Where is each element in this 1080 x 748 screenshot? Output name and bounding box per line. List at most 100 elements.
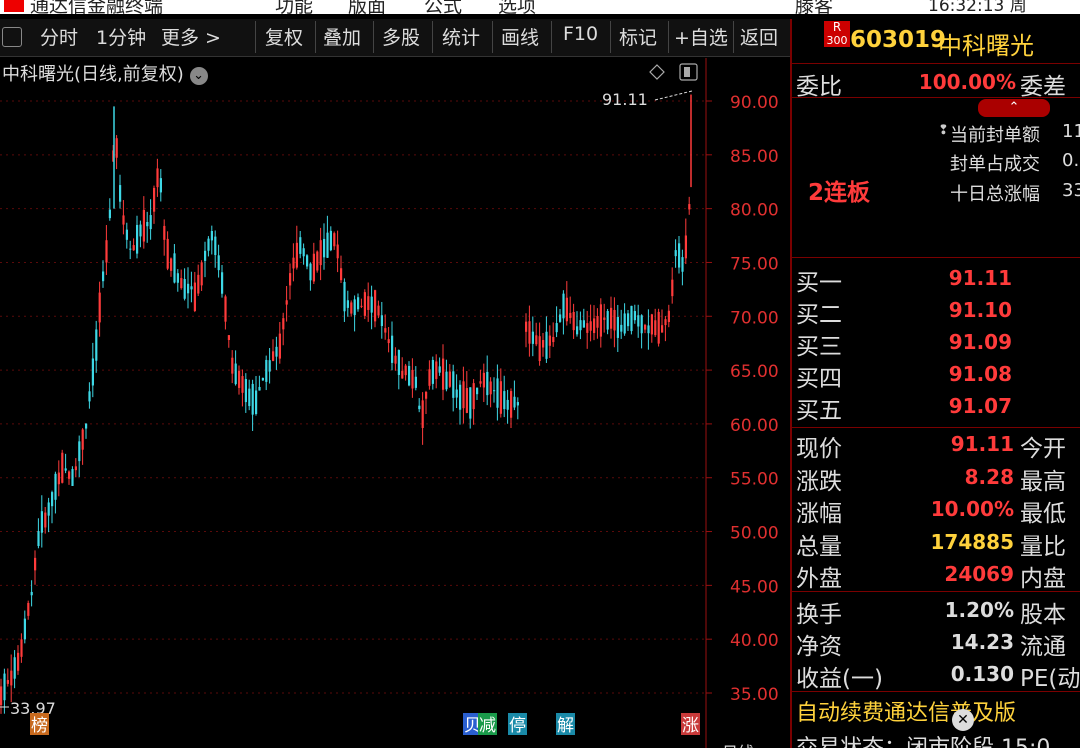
collapse-up-icon[interactable]: ⌃ (978, 99, 1050, 117)
candle-body (265, 359, 268, 382)
menu-function[interactable]: 功能 (275, 0, 313, 14)
sidebar-toggle-icon[interactable] (2, 27, 22, 47)
candle-body (363, 292, 366, 316)
candle-body (241, 376, 244, 393)
menu-user[interactable]: 滕客 (795, 0, 833, 14)
menu-layout[interactable]: 版面 (348, 0, 386, 14)
candle-body (377, 305, 380, 316)
draw-line-button[interactable]: 画线 (501, 23, 539, 50)
fund-label: 收益(一) (796, 666, 883, 692)
weibi-label: 委比 (796, 74, 842, 100)
candle-body (627, 313, 630, 327)
period-label: 日线 (722, 743, 754, 748)
candle-body (251, 383, 254, 415)
candle-body (159, 178, 162, 193)
candle-body (156, 168, 159, 188)
fund-label-2: PE(动 (1020, 666, 1080, 692)
last-price-pointer-icon (654, 90, 693, 101)
candle-body (370, 296, 373, 313)
info-icon[interactable]: ❢ (938, 123, 949, 138)
y-axis-label: 90.00 (730, 93, 779, 113)
candle-body (61, 452, 64, 483)
candle-body (384, 328, 387, 333)
event-marker-label: 榜 (31, 716, 48, 736)
ad-banner[interactable]: 自动续费通达信普及版 (796, 695, 1016, 727)
candle-body (68, 471, 71, 479)
tab-intraday[interactable]: 分时 (40, 23, 78, 50)
candle-body (620, 324, 623, 332)
seal-ratio-value: 0.7 (1062, 150, 1080, 171)
candle-body (418, 405, 421, 410)
candle-body (51, 492, 54, 507)
back-button[interactable]: 返回 (740, 23, 778, 50)
candle-body (569, 312, 572, 319)
tab-more[interactable]: 更多 > (161, 23, 221, 50)
candle-body (115, 138, 118, 158)
add-watchlist-button[interactable]: +自选 (674, 23, 728, 50)
candle-body (404, 365, 407, 376)
candle-body (81, 429, 84, 450)
candle-body (661, 325, 664, 333)
menu-formula[interactable]: 公式 (424, 0, 462, 14)
close-ad-icon[interactable]: ✕ (952, 709, 974, 731)
tab-1min[interactable]: 1分钟 (96, 23, 146, 50)
candle-body (579, 320, 582, 331)
candle-body (183, 279, 186, 299)
candle-body (380, 315, 383, 327)
candle-body (149, 215, 152, 230)
candle-body (17, 652, 20, 671)
overlay-button[interactable]: 叠加 (323, 23, 361, 50)
ten-day-gain-label: 十日总涨幅 (950, 184, 1040, 205)
candle-body (306, 255, 309, 267)
candle-body (34, 557, 37, 571)
fund-label-2: 流通 (1020, 634, 1066, 660)
candle-body (163, 225, 166, 240)
candle-body (499, 381, 502, 414)
candle-body (465, 388, 468, 413)
f10-button[interactable]: F10 (563, 23, 598, 45)
candle-body (528, 321, 531, 344)
candle-body (71, 469, 74, 486)
candle-body (542, 340, 545, 348)
candle-body (302, 248, 305, 257)
candle-body (139, 224, 142, 237)
candle-body (637, 315, 640, 327)
y-axis-label: 70.00 (730, 308, 779, 328)
candle-body (329, 230, 332, 251)
candle-body (623, 313, 626, 334)
event-marker-label: 减 (479, 716, 496, 736)
candle-body (336, 244, 339, 259)
clock-text: 16:32:13 周 (928, 0, 1027, 14)
multi-stock-button[interactable]: 多股 (382, 23, 420, 50)
candle-body (472, 383, 475, 410)
chart-title: 中科曙光(日线,前复权) ⌄ (2, 60, 208, 86)
candle-body (125, 229, 128, 240)
candle-body (190, 286, 193, 290)
candle-body (411, 369, 414, 389)
candle-body (459, 384, 462, 410)
seal-amount-label: 当前封单额 (950, 125, 1040, 146)
menu-options[interactable]: 选项 (498, 0, 536, 14)
candle-body (589, 321, 592, 331)
stock-code: 603019 (850, 27, 947, 53)
candle-body (367, 296, 370, 310)
candlestick-chart[interactable]: 90.00 85.00 80.00 75.00 70.00 65.00 60.00 55.00… (0, 58, 790, 748)
candle-body (105, 240, 108, 263)
quote-label: 外盘 (796, 566, 842, 592)
candle-body (142, 209, 145, 242)
chevron-down-icon[interactable]: ⌄ (189, 67, 208, 85)
candle-body (340, 268, 343, 281)
mark-button[interactable]: 标记 (619, 23, 657, 50)
restore-rights-button[interactable]: 复权 (265, 23, 303, 50)
diamond-icon[interactable] (649, 64, 665, 80)
candle-body (78, 441, 81, 462)
candle-body (44, 512, 47, 528)
candle-body (3, 673, 6, 701)
candle-body (688, 204, 691, 210)
statistics-button[interactable]: 统计 (442, 23, 480, 50)
candle-body (98, 292, 101, 323)
candle-body (13, 657, 16, 679)
candle-body (244, 379, 247, 403)
quote-label: 涨幅 (796, 501, 842, 527)
candle-body (671, 279, 674, 297)
